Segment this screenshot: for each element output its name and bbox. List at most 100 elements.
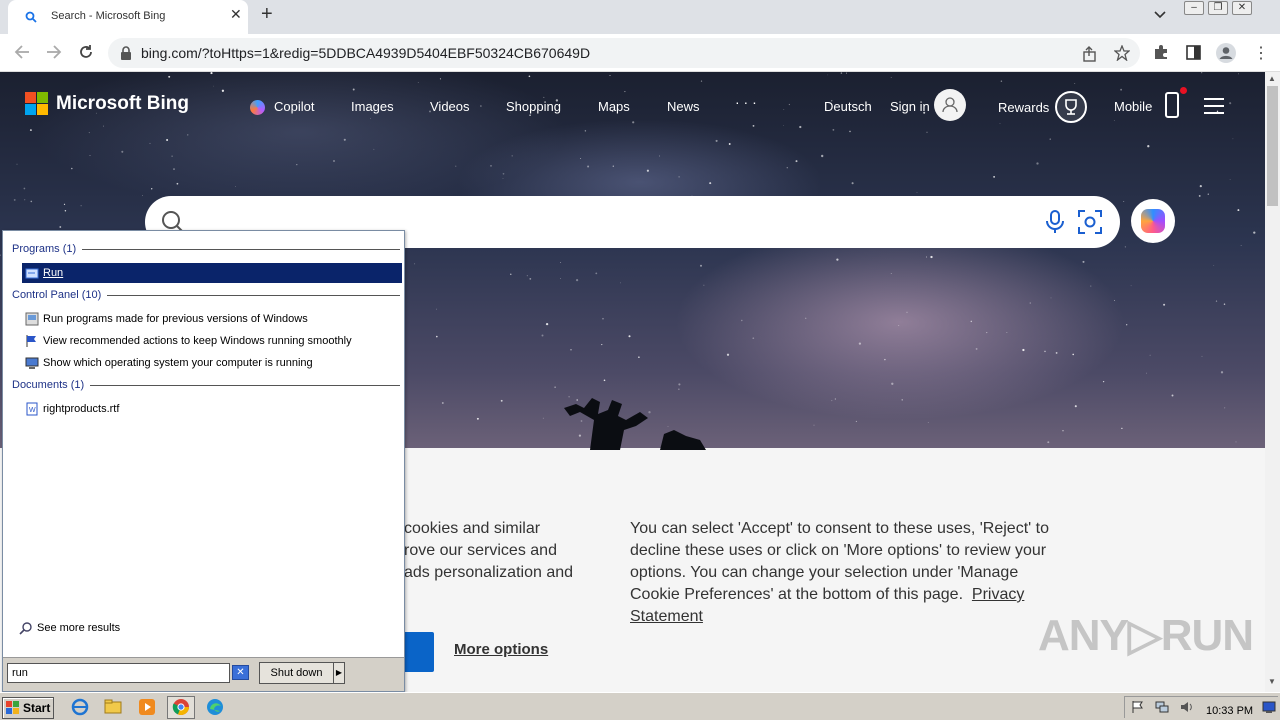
side-panel-icon[interactable] [1186, 45, 1201, 60]
nav-shopping[interactable]: Shopping [506, 99, 561, 114]
url-text[interactable]: bing.com/?toHttps=1&redig=5DDBCA4939D540… [141, 45, 590, 61]
star [352, 88, 355, 91]
file-explorer-icon[interactable] [104, 698, 122, 716]
action-center-flag-icon[interactable] [1131, 700, 1145, 714]
star [975, 347, 978, 350]
star [71, 167, 73, 170]
edge-icon[interactable] [206, 698, 224, 716]
address-bar[interactable]: bing.com/?toHttps=1&redig=5DDBCA4939D540… [108, 38, 1140, 68]
see-more-results[interactable]: See more results [19, 621, 120, 635]
star [1229, 102, 1232, 105]
close-tab-icon[interactable]: ✕ [230, 6, 242, 23]
result-document[interactable]: W rightproducts.rtf [22, 399, 402, 419]
result-label: Show which operating system your compute… [43, 357, 313, 369]
profile-avatar-icon[interactable] [1215, 42, 1237, 64]
shutdown-options-arrow-icon[interactable]: ▶ [333, 662, 345, 684]
sign-in-link[interactable]: Sign in [890, 99, 930, 114]
lock-icon[interactable] [120, 46, 132, 60]
scroll-up-icon[interactable]: ▲ [1268, 74, 1276, 83]
result-compat[interactable]: Run programs made for previous versions … [22, 309, 402, 329]
microphone-icon[interactable] [1045, 210, 1065, 234]
star [554, 386, 556, 388]
media-player-icon[interactable] [138, 698, 156, 716]
start-search-input[interactable]: run [7, 663, 230, 683]
star [510, 273, 512, 275]
star [1074, 83, 1076, 85]
copilot-icon[interactable] [250, 100, 265, 115]
internet-explorer-icon[interactable] [71, 698, 89, 716]
star [296, 163, 298, 166]
rewards-trophy-icon[interactable] [1055, 91, 1087, 123]
reload-icon[interactable] [78, 44, 94, 60]
star [795, 160, 798, 163]
star [678, 383, 681, 386]
star [1198, 194, 1201, 197]
start-button[interactable]: Start [2, 697, 54, 719]
share-icon[interactable] [1082, 46, 1098, 62]
star [63, 203, 66, 205]
star [436, 308, 437, 310]
control-panel-header: Control Panel (10) [12, 289, 400, 301]
star [703, 284, 705, 286]
result-system[interactable]: Show which operating system your compute… [22, 353, 402, 373]
visual-search-icon[interactable] [1077, 209, 1103, 235]
nav-videos[interactable]: Videos [430, 99, 470, 114]
new-tab-icon[interactable]: + [261, 3, 273, 26]
hamburger-menu-icon[interactable] [1204, 98, 1224, 119]
nav-news[interactable]: News [667, 99, 700, 114]
mobile-link[interactable]: Mobile [1114, 99, 1152, 114]
result-run[interactable]: Run [22, 263, 402, 283]
forward-arrow-icon[interactable] [46, 44, 62, 60]
extensions-puzzle-icon[interactable] [1153, 44, 1169, 60]
nav-images[interactable]: Images [351, 99, 394, 114]
bing-search-icon [25, 11, 37, 23]
language-link[interactable]: Deutsch [824, 99, 872, 114]
windows-flag-icon [6, 701, 19, 714]
nav-more[interactable]: · · · [735, 94, 757, 110]
star [1022, 348, 1025, 352]
bing-logo[interactable]: Microsoft Bing [25, 92, 189, 115]
copilot-logo-icon [1141, 209, 1165, 233]
wordpad-document-icon: W [26, 402, 38, 416]
volume-icon[interactable] [1180, 700, 1194, 714]
more-options-link[interactable]: More options [454, 641, 548, 658]
star [1199, 185, 1202, 188]
star [1253, 231, 1256, 234]
nav-copilot[interactable]: Copilot [274, 99, 314, 114]
nav-maps[interactable]: Maps [598, 99, 630, 114]
clear-search-icon[interactable]: ✕ [232, 665, 249, 680]
mobile-phone-icon[interactable] [1165, 92, 1179, 118]
browser-menu-icon[interactable]: ⋮ [1253, 43, 1269, 63]
star [176, 182, 179, 185]
close-window-icon[interactable]: ✕ [1232, 1, 1252, 15]
shut-down-button[interactable]: Shut down [259, 662, 334, 684]
scroll-down-icon[interactable]: ▼ [1268, 677, 1276, 686]
bookmark-star-icon[interactable] [1114, 45, 1130, 61]
star [542, 417, 544, 419]
rewards-link[interactable]: Rewards [998, 100, 1049, 115]
star [476, 417, 479, 420]
star [221, 89, 225, 92]
star [632, 121, 635, 124]
star [999, 122, 1001, 124]
star [1055, 351, 1058, 354]
show-desktop-icon[interactable] [1262, 701, 1276, 714]
star [752, 124, 755, 127]
star [88, 132, 90, 134]
svg-text:W: W [29, 407, 36, 414]
copilot-button[interactable] [1131, 199, 1175, 243]
user-avatar-icon[interactable] [934, 89, 966, 121]
star [580, 158, 582, 159]
restore-icon[interactable]: ❐ [1208, 1, 1228, 15]
accept-button[interactable] [404, 632, 434, 672]
result-action-center[interactable]: View recommended actions to keep Windows… [22, 331, 402, 351]
chrome-icon[interactable] [172, 698, 190, 716]
chevron-down-icon[interactable] [1153, 8, 1167, 22]
taskbar-clock[interactable]: 10:33 PM [1206, 705, 1253, 717]
browser-tab[interactable]: Search - Microsoft Bing ✕ [8, 0, 248, 34]
network-icon[interactable] [1155, 700, 1169, 714]
minimize-icon[interactable]: – [1184, 1, 1204, 15]
scroll-thumb[interactable] [1267, 86, 1278, 206]
back-arrow-icon[interactable] [14, 44, 30, 60]
page-scrollbar[interactable]: ▲ ▼ [1265, 72, 1280, 692]
